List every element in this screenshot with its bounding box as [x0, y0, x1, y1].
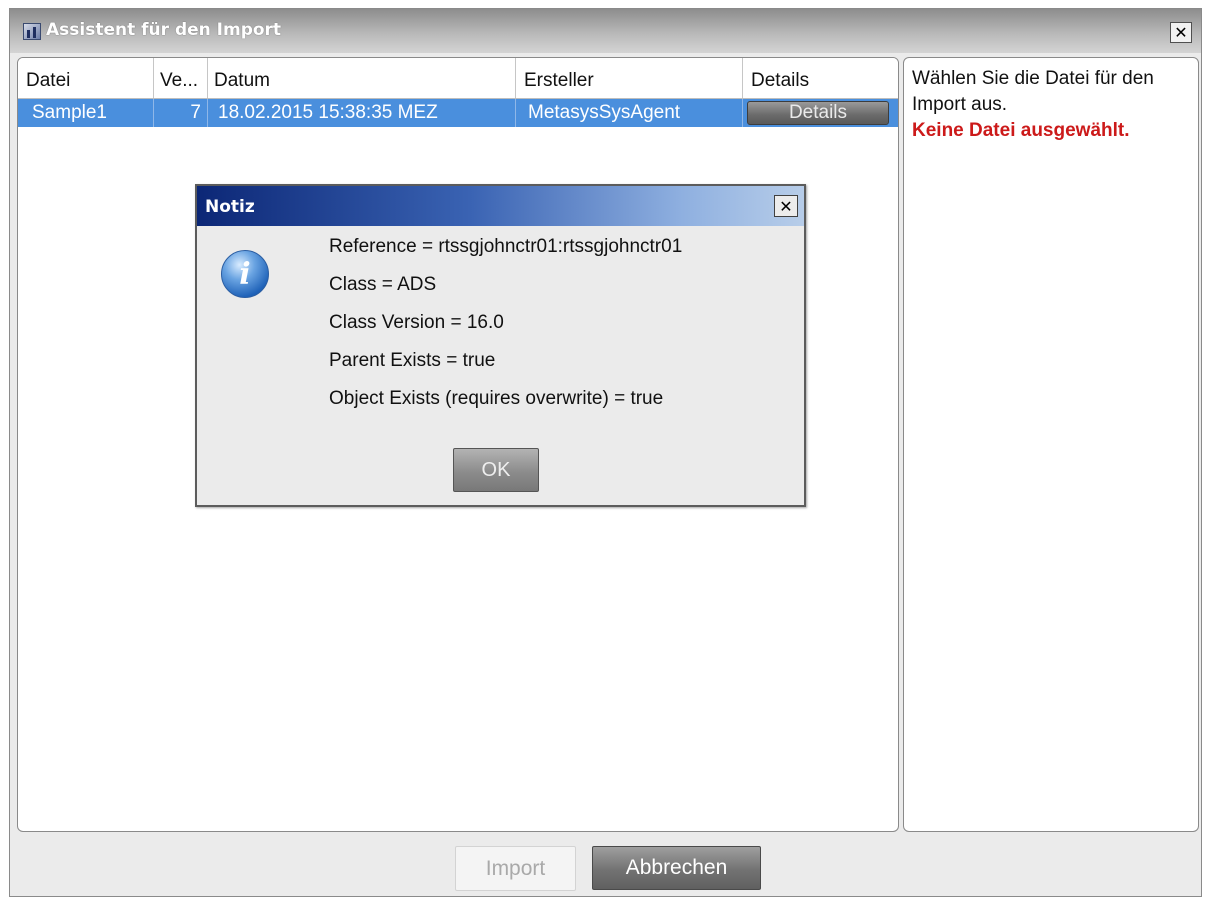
app-icon	[23, 23, 41, 40]
window-close-button[interactable]: ✕	[1170, 22, 1192, 43]
dialog-message: Reference = rtssgjohnctr01:rtssgjohnctr0…	[329, 236, 682, 426]
dialog-title: Notiz	[205, 197, 255, 217]
info-panel: Wählen Sie die Datei für den Import aus.…	[903, 57, 1199, 832]
column-header-details[interactable]: Details	[743, 58, 893, 98]
note-dialog: Notiz ✕ i Reference = rtssgjohnctr01:rts…	[195, 184, 806, 507]
window-title: Assistent für den Import	[46, 20, 282, 40]
ok-button[interactable]: OK	[453, 448, 539, 492]
cancel-button[interactable]: Abbrechen	[592, 846, 761, 890]
window-titlebar[interactable]: Assistent für den Import ✕	[10, 9, 1201, 53]
dialog-line-parent-exists: Parent Exists = true	[329, 350, 496, 371]
info-icon: i	[221, 250, 269, 298]
dialog-line-reference: Reference = rtssgjohnctr01:rtssgjohnctr0…	[329, 236, 683, 257]
dialog-close-button[interactable]: ✕	[774, 195, 798, 217]
info-instruction: Wählen Sie die Datei für den Import aus.	[912, 68, 1154, 115]
column-header-datei[interactable]: Datei	[18, 58, 154, 98]
dialog-titlebar[interactable]: Notiz ✕	[197, 186, 804, 226]
dialog-line-class-version: Class Version = 16.0	[329, 312, 504, 333]
cell-datei: Sample1	[18, 99, 154, 127]
table-row[interactable]: Sample1 7 18.02.2015 15:38:35 MEZ Metasy…	[18, 99, 898, 127]
table-header: Datei Ve... Datum Ersteller Details	[18, 58, 898, 99]
cell-version: 7	[154, 99, 208, 127]
cell-datum: 18.02.2015 15:38:35 MEZ	[208, 99, 516, 127]
column-header-datum[interactable]: Datum	[208, 58, 516, 98]
cell-ersteller: MetasysSysAgent	[516, 99, 743, 127]
dialog-line-object-exists: Object Exists (requires overwrite) = tru…	[329, 388, 664, 409]
details-button[interactable]: Details	[747, 101, 889, 125]
import-button[interactable]: Import	[455, 846, 576, 891]
info-warning: Keine Datei ausgewählt.	[912, 120, 1130, 141]
dialog-line-class: Class = ADS	[329, 274, 437, 295]
column-header-version[interactable]: Ve...	[154, 58, 208, 98]
column-header-ersteller[interactable]: Ersteller	[516, 58, 743, 98]
cell-details: Details	[743, 99, 893, 127]
